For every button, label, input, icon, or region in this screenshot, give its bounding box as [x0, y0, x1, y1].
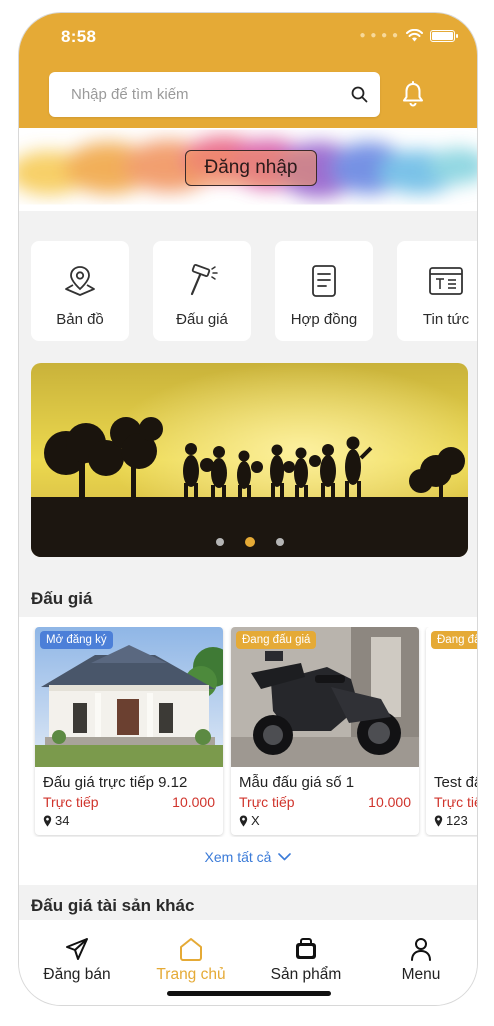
- auction-card-list[interactable]: Mở đăng ký Đấu giá trực tiếp 9.12 Trực t…: [31, 627, 477, 837]
- tab-home[interactable]: Trang chủ: [141, 936, 241, 984]
- tab-label: Trang chủ: [156, 966, 226, 983]
- status-badge: Đang đấu giá: [431, 631, 477, 649]
- tab-label: Menu: [401, 966, 441, 983]
- section-title-other-assets: Đấu giá tài sản khác: [31, 896, 195, 915]
- tab-post-sale[interactable]: Đăng bán: [27, 936, 127, 984]
- auction-card-location: 34: [43, 813, 69, 828]
- tab-products[interactable]: Sản phẩm: [256, 936, 356, 984]
- auction-card-title: Mẫu đấu giá số 1: [239, 774, 355, 791]
- user-icon: [411, 938, 431, 961]
- auction-card-type: Trực tiếp: [434, 794, 477, 810]
- auction-card-type: Trực tiếp: [239, 794, 295, 810]
- auction-section: Mở đăng ký Đấu giá trực tiếp 9.12 Trực t…: [19, 617, 477, 885]
- login-banner: Đăng nhập: [19, 128, 477, 211]
- search-icon[interactable]: [351, 86, 368, 103]
- auction-card-location: X: [239, 813, 260, 828]
- header-bar: 8:58 ● ● ● ● Nhập để tìm kiếm: [19, 13, 477, 128]
- quick-item-contract[interactable]: Hợp đồng: [275, 241, 373, 341]
- quick-item-map[interactable]: Bản đồ: [31, 241, 129, 341]
- location-text: X: [251, 813, 260, 828]
- auction-card-type: Trực tiếp: [43, 794, 99, 810]
- status-icons: ● ● ● ●: [359, 29, 458, 42]
- bell-icon[interactable]: [401, 81, 425, 107]
- location-pin-icon: [434, 815, 443, 826]
- quick-item-label: Đấu giá: [176, 311, 228, 328]
- auction-card-price: 10.000: [368, 794, 411, 810]
- auction-card-image: Đang đấu giá: [426, 627, 477, 767]
- tab-label: Đăng bán: [43, 966, 111, 983]
- quick-menu: Bản đồ Đấu giá Hợp đồng Tin tức: [31, 241, 477, 341]
- location-pin-icon: [239, 815, 248, 826]
- location-text: 123: [446, 813, 468, 828]
- battery-icon: [430, 29, 458, 42]
- map-pin-icon: [65, 266, 95, 296]
- see-all-label: Xem tất cả: [204, 849, 272, 865]
- quick-item-label: Bản đồ: [56, 311, 104, 328]
- auction-card-image: Mở đăng ký: [35, 627, 223, 767]
- wifi-icon: [406, 29, 423, 42]
- see-all-link[interactable]: Xem tất cả: [19, 849, 477, 865]
- quick-item-auction[interactable]: Đấu giá: [153, 241, 251, 341]
- auction-card[interactable]: Mở đăng ký Đấu giá trực tiếp 9.12 Trực t…: [35, 627, 223, 835]
- send-icon: [66, 938, 88, 960]
- slide-image: [31, 363, 468, 557]
- search-input[interactable]: Nhập để tìm kiếm: [71, 86, 351, 103]
- quick-item-news[interactable]: Tin tức: [397, 241, 477, 341]
- document-icon: [312, 265, 336, 297]
- slider-pagination: [31, 537, 468, 547]
- home-icon: [180, 938, 202, 961]
- chevron-down-icon: [278, 853, 292, 861]
- slider-dot[interactable]: [275, 538, 284, 546]
- hammer-icon: [190, 263, 218, 296]
- slider-dot-active[interactable]: [244, 537, 255, 547]
- auction-card-price: 10.000: [172, 794, 215, 810]
- auction-card-title: Đấu giá trực tiếp 9.12: [43, 774, 188, 791]
- image-slider[interactable]: [31, 363, 468, 557]
- status-badge: Đang đấu giá: [236, 631, 317, 649]
- login-button[interactable]: Đăng nhập: [185, 150, 317, 186]
- product-icon: [296, 938, 316, 959]
- slider-dot[interactable]: [215, 538, 224, 546]
- phone-screen: 8:58 ● ● ● ● Nhập để tìm kiếm Đăng nhập …: [19, 13, 477, 1005]
- status-time: 8:58: [61, 27, 97, 46]
- search-bar[interactable]: Nhập để tìm kiếm: [49, 72, 380, 117]
- auction-card-title: Test đấu giá: [434, 774, 477, 791]
- tab-label: Sản phẩm: [270, 966, 342, 983]
- home-indicator: [167, 991, 331, 996]
- auction-card[interactable]: Đang đấu giá Test đấu giá Trực tiếp 123: [426, 627, 477, 835]
- location-text: 34: [55, 813, 70, 828]
- quick-item-label: Tin tức: [422, 311, 470, 328]
- news-icon: [429, 267, 463, 295]
- auction-card[interactable]: Đang đấu giá Mẫu đấu giá số 1 Trực tiếp …: [231, 627, 419, 835]
- section-title-auction: Đấu giá: [31, 589, 93, 608]
- auction-card-location: 123: [434, 813, 468, 828]
- auction-card-image: Đang đấu giá: [231, 627, 419, 767]
- signal-icon: ● ● ● ●: [359, 30, 399, 41]
- status-badge: Mở đăng ký: [40, 631, 113, 649]
- quick-item-label: Hợp đồng: [290, 311, 358, 328]
- location-pin-icon: [43, 815, 52, 826]
- tab-menu[interactable]: Menu: [371, 936, 471, 984]
